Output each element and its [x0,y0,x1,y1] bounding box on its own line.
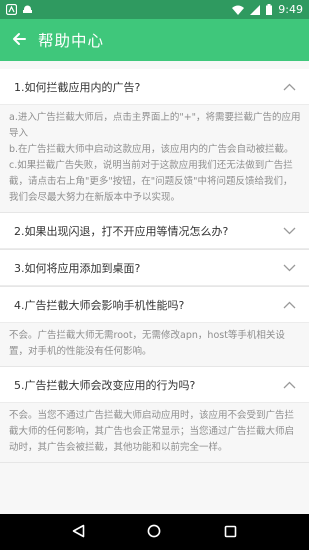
triangle-back-icon [72,523,85,542]
chevron-up-icon [282,298,296,312]
battery-icon [266,4,273,15]
faq-question-2[interactable]: 2.如果出现闪退，打不开应用等情况怎么办? [0,213,309,249]
faq-item-1: 1.如何拦截应用内的广告? a.进入广告拦截大师后，点击主界面上的"+"，将需要… [0,69,309,213]
faq-question-3[interactable]: 3.如何将应用添加到桌面? [0,250,309,286]
circle-home-icon [147,523,161,542]
chevron-down-icon [282,261,296,275]
notification-app-icon [6,4,17,15]
app-bar: 帮助中心 [0,19,309,61]
faq-item-2: 2.如果出现闪退，打不开应用等情况怎么办? [0,213,309,250]
android-debug-icon [22,4,33,15]
faq-question-1[interactable]: 1.如何拦截应用内的广告? [0,69,309,105]
faq-question-4[interactable]: 4.广告拦截大师会影响手机性能吗? [0,287,309,323]
chevron-up-icon [282,80,296,94]
faq-item-3: 3.如何将应用添加到桌面? [0,250,309,287]
nav-recents-button[interactable] [211,514,251,550]
square-recents-icon [224,523,237,542]
nav-home-button[interactable] [134,514,174,550]
faq-list: 1.如何拦截应用内的广告? a.进入广告拦截大师后，点击主界面上的"+"，将需要… [0,61,309,514]
system-nav-bar [0,514,309,550]
arrow-left-icon [12,31,26,50]
chevron-down-icon [282,224,296,238]
faq-item-5: 5.广告拦截大师会改变应用的行为吗? 不会。当您不通过广告拦截大师启动应用时，该… [0,367,309,463]
nav-back-button[interactable] [58,514,98,550]
clock-time: 9:49 [278,3,303,16]
faq-item-4: 4.广告拦截大师会影响手机性能吗? 不会。广告拦截大师无需root，无需修改ap… [0,287,309,367]
cellular-signal-icon [250,4,261,15]
back-button[interactable] [0,19,38,61]
faq-answer-5: 不会。当您不通过广告拦截大师启动应用时，该应用不会受到广告拦截大师的任何影响，其… [0,403,309,462]
status-bar: 9:49 [0,0,309,19]
chevron-up-icon [282,378,296,392]
faq-answer-4: 不会。广告拦截大师无需root，无需修改apn，host等手机相关设置，对手机的… [0,323,309,366]
faq-answer-1: a.进入广告拦截大师后，点击主界面上的"+"，将需要拦截广告的应用导入 b.在广… [0,105,309,212]
faq-question-5[interactable]: 5.广告拦截大师会改变应用的行为吗? [0,367,309,403]
page-title: 帮助中心 [38,32,105,50]
wifi-icon [232,5,245,15]
notification-icons [6,4,33,15]
